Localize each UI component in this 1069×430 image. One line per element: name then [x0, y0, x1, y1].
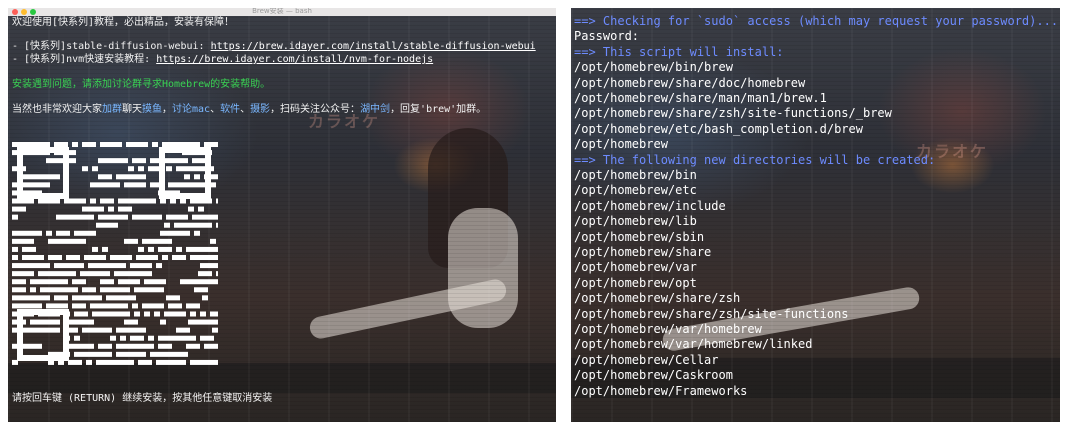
nvm-link[interactable]: https://brew.idayer.com/install/nvm-for-…	[156, 54, 433, 65]
invite-join: 加群	[102, 104, 122, 115]
output-line: /opt/homebrew/Cellar	[574, 352, 719, 367]
invite-topic-photo: 摄影	[250, 104, 271, 115]
minimize-icon[interactable]	[21, 9, 27, 15]
output-line: /opt/homebrew	[574, 137, 668, 152]
output-line: /opt/homebrew/bin	[574, 168, 697, 182]
title-bar[interactable]: Brew安装 — bash	[8, 8, 556, 16]
output-line: /opt/homebrew/var	[574, 260, 697, 275]
list-item-sd-webui: - [快系列]stable-diffusion-webui: https://b…	[12, 41, 536, 53]
invite-sep: 、	[210, 104, 221, 115]
output-line: /opt/homebrew/include	[574, 198, 726, 213]
output-line: /opt/homebrew/share/man/man1/brew.1	[574, 91, 827, 105]
output-line: /opt/homebrew/Frameworks	[574, 383, 748, 398]
output-line: /opt/homebrew/opt	[574, 275, 697, 290]
continue-prompt: 请按回车键 (RETURN) 继续安装，按其他任意键取消安装	[12, 393, 273, 404]
output-line: /opt/homebrew/lib	[574, 214, 697, 229]
wallpaper-figure-hair	[428, 128, 508, 268]
invite-topic-software: 软件	[220, 104, 241, 115]
window-title: Brew安装 — bash	[252, 8, 312, 15]
invite-suffix: ，回复'brew'加群。	[390, 104, 487, 115]
status-heading-line: ==> This script will install:	[574, 44, 784, 59]
left-terminal-window: カラオケ Brew安装 — bash 欢迎使用[快系列]教程，必出精品，安装有保…	[8, 8, 556, 422]
wallpaper-figure-body	[448, 208, 518, 328]
invite-chat: 聊天	[122, 104, 142, 115]
sd-webui-link[interactable]: https://brew.idayer.com/install/stable-d…	[211, 41, 536, 52]
output-line: Password:	[574, 29, 640, 44]
output-line: /opt/homebrew/etc	[574, 183, 697, 198]
wallpaper-figure-legs	[307, 277, 509, 341]
output-line: /opt/homebrew/share/zsh/site-functions/_…	[574, 106, 892, 121]
output-line: /opt/homebrew/Caskroom	[574, 368, 733, 383]
output-line: /opt/homebrew/share/zsh/site-functions	[574, 306, 849, 321]
output-line: /opt/homebrew/share	[574, 245, 712, 259]
list-item-nvm: - [快系列]nvm快速安装教程: https://brew.idayer.co…	[12, 54, 433, 66]
output-line: /opt/homebrew/share/zsh	[574, 291, 741, 306]
invite-prefix: 当然也非常欢迎大家	[12, 104, 102, 115]
welcome-line: 欢迎使用[快系列]教程，必出精品，安装有保障！	[12, 17, 235, 28]
status-heading-line: ==> Checking for `sudo` access (which ma…	[574, 14, 1059, 28]
output-line: /opt/homebrew/var/homebrew/linked	[574, 337, 813, 352]
status-heading-line: ==> The following new directories will b…	[574, 152, 936, 167]
invite-line: 当然也非常欢迎大家加群聊天摸鱼，讨论mac、软件、摄影，扫码关注公众号：湖中剑，…	[12, 104, 486, 116]
list-item-label: - [快系列]nvm快速安装教程:	[12, 54, 157, 65]
close-icon[interactable]	[12, 9, 18, 15]
list-item-label: - [快系列]stable-diffusion-webui:	[12, 41, 211, 52]
help-line: 安装遇到问题，请添加讨论群寻求Homebrew的安装帮助。	[12, 79, 271, 90]
output-line: /opt/homebrew/var/homebrew	[574, 322, 762, 336]
invite-mid: ，扫码关注公众号：	[270, 104, 361, 115]
invite-fish: 摸鱼	[142, 104, 162, 115]
invite-sep: 、	[240, 104, 251, 115]
output-line: /opt/homebrew/sbin	[574, 229, 705, 244]
output-line: /opt/homebrew/share/doc/homebrew	[574, 75, 806, 90]
invite-sep: ，	[162, 104, 172, 115]
output-line: /opt/homebrew/etc/bash_completion.d/brew	[574, 121, 863, 136]
output-line: /opt/homebrew/bin/brew	[574, 60, 733, 75]
qr-code-icon	[12, 142, 218, 365]
invite-account: 湖中剑	[360, 104, 391, 115]
invite-topic-mac: 讨论mac	[172, 104, 211, 115]
right-terminal-window: カラオケ ==> Checking for `sudo` access (whi…	[571, 8, 1060, 422]
zoom-icon[interactable]	[30, 9, 36, 15]
